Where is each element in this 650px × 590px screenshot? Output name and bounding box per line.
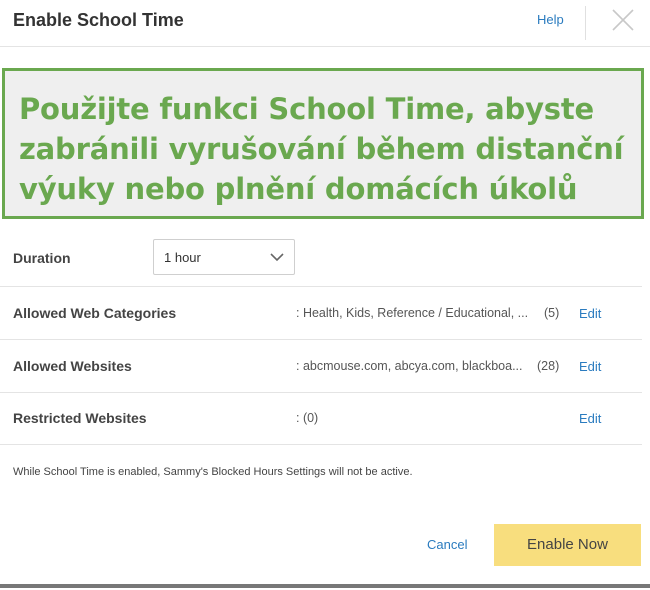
allowed-web-categories-edit-link[interactable]: Edit (579, 306, 601, 321)
banner-text: Použijte funkci School Time, abyste zabr… (19, 92, 624, 206)
allowed-websites-value: : abcmouse.com, abcya.com, blackboa... (296, 359, 523, 373)
allowed-websites-edit-link[interactable]: Edit (579, 359, 601, 374)
cancel-button[interactable]: Cancel (427, 537, 467, 552)
dialog-title: Enable School Time (13, 10, 184, 30)
duration-dropdown[interactable]: 1 hour (153, 239, 295, 275)
enable-now-button[interactable]: Enable Now (494, 524, 641, 566)
blocked-hours-note: While School Time is enabled, Sammy's Bl… (13, 466, 413, 478)
duration-selected-value: 1 hour (164, 250, 201, 265)
restricted-websites-row: Restricted Websites : (0) Edit (0, 393, 642, 445)
allowed-websites-count: (28) (537, 359, 560, 373)
promo-banner: Použijte funkci School Time, abyste zabr… (2, 68, 644, 219)
allowed-websites-row: Allowed Websites : abcmouse.com, abcya.c… (0, 340, 642, 393)
help-link[interactable]: Help (537, 12, 564, 27)
close-icon[interactable] (610, 7, 636, 33)
header-divider (585, 6, 586, 40)
allowed-web-categories-label: Allowed Web Categories (13, 305, 177, 321)
restricted-websites-label: Restricted Websites (13, 410, 147, 426)
allowed-websites-label: Allowed Websites (13, 358, 132, 374)
duration-row: Duration (0, 230, 642, 287)
restricted-websites-edit-link[interactable]: Edit (579, 411, 601, 426)
bottom-border (0, 584, 650, 588)
allowed-web-categories-count: (5) (544, 306, 560, 320)
allowed-web-categories-value: : Health, Kids, Reference / Educational,… (296, 306, 529, 320)
allowed-web-categories-row: Allowed Web Categories : Health, Kids, R… (0, 287, 642, 340)
dialog-header: Enable School Time Help (0, 0, 650, 47)
duration-label: Duration (13, 250, 71, 266)
restricted-websites-value: : (0) (296, 411, 319, 425)
enable-school-time-dialog: Enable School Time Help Použijte funkci … (0, 0, 650, 590)
chevron-down-icon (270, 253, 284, 262)
